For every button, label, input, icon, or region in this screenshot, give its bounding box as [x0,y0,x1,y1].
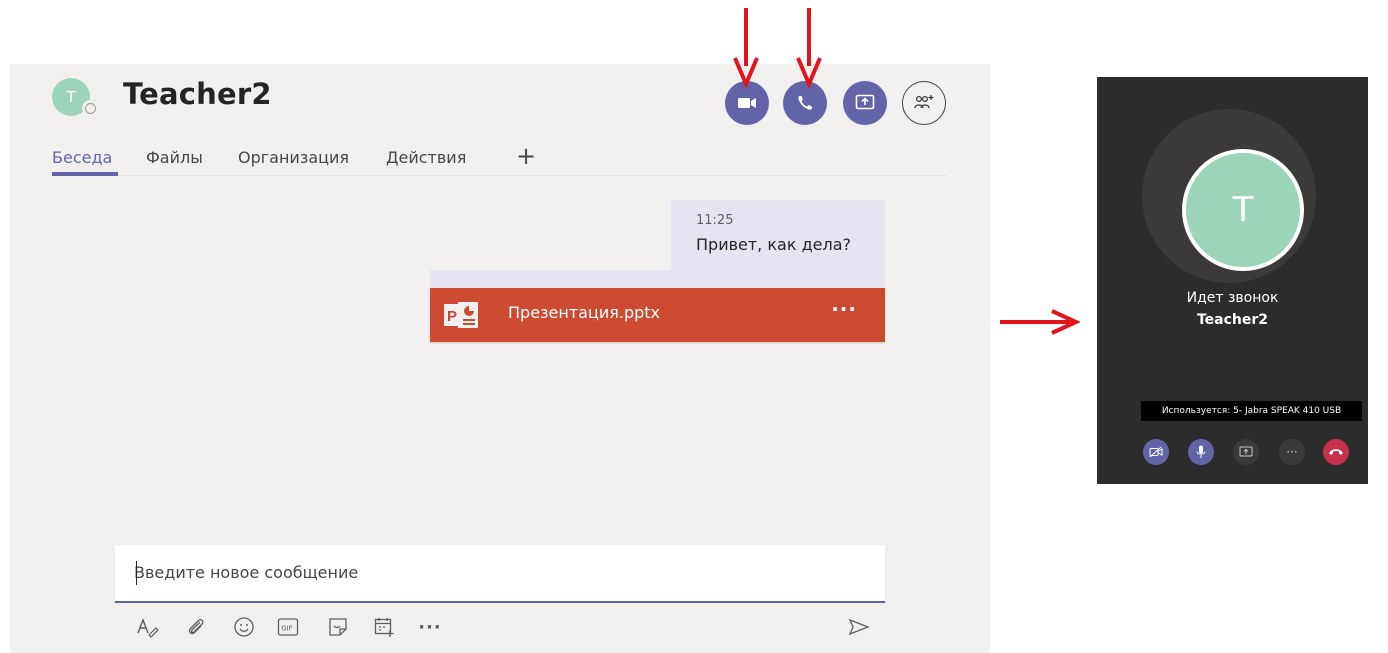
active-tab-indicator [52,172,118,176]
text-caret [136,561,137,585]
microphone-icon [1196,445,1206,458]
camera-off-icon [1149,446,1163,458]
microphone-button[interactable] [1188,439,1214,465]
powerpoint-icon: P [444,302,478,328]
tab-files[interactable]: Файлы [146,148,203,168]
compose-box[interactable] [115,545,885,603]
tab-activity[interactable]: Действия [386,148,466,168]
attach-icon[interactable] [183,614,209,640]
video-camera-icon [738,98,756,108]
more-options-icon[interactable]: ··· [417,614,443,640]
add-people-button[interactable] [902,81,946,125]
chat-panel: T Teacher2 Беседа Файлы Организация Дейс… [10,64,990,653]
sticker-icon[interactable] [325,614,351,640]
call-more-button[interactable]: ··· [1279,439,1305,465]
message-input[interactable] [134,563,834,582]
call-window: T Идет звонок Teacher2 Используется: 5- … [1097,77,1368,484]
arrow-right-icon [1000,309,1080,335]
schedule-meeting-icon[interactable] [371,614,397,640]
attachment-bubble [430,270,885,288]
add-people-icon [914,95,934,109]
tab-conversation[interactable]: Беседа [52,148,112,168]
share-screen-button[interactable] [843,81,887,125]
file-more-options-button[interactable]: ··· [831,297,857,321]
file-attachment-card[interactable]: P Презентация.pptx ··· [430,288,885,342]
hang-up-icon [1329,449,1343,455]
call-share-screen-icon [1239,446,1253,457]
tab-bar: Беседа Файлы Организация Действия + [52,143,947,176]
message-bubble[interactable]: 11:25 Привет, как дела? [671,200,885,270]
arrow-down-video-icon [733,8,759,88]
call-contact-name: Teacher2 [1196,312,1269,328]
arrow-down-audio-icon [796,8,822,88]
send-icon[interactable] [846,614,872,640]
add-tab-icon[interactable]: + [516,143,536,169]
avatar-initial: T [66,88,76,106]
audio-device-tooltip: Используется: 5- Jabra SPEAK 410 USB [1141,401,1362,421]
message-text: Привет, как дела? [696,235,851,254]
emoji-icon[interactable] [231,614,257,640]
svg-text:GIF: GIF [281,625,293,633]
tab-organization[interactable]: Организация [238,148,349,168]
call-status: Идет звонок [1186,290,1279,306]
phone-icon [798,96,812,110]
message-time: 11:25 [696,213,734,228]
file-name: Презентация.pptx [508,303,661,322]
call-avatar-initial: T [1232,190,1254,230]
camera-off-button[interactable] [1143,439,1169,465]
chat-title: Teacher2 [123,77,272,111]
format-text-icon[interactable] [135,614,161,640]
hang-up-button[interactable] [1323,439,1349,465]
call-share-screen-button[interactable] [1233,439,1259,465]
gif-icon[interactable]: GIF [275,614,301,640]
svg-text:P: P [447,308,457,325]
share-screen-icon [855,94,875,110]
call-avatar: T [1182,149,1304,271]
presence-offline-icon [82,100,99,117]
